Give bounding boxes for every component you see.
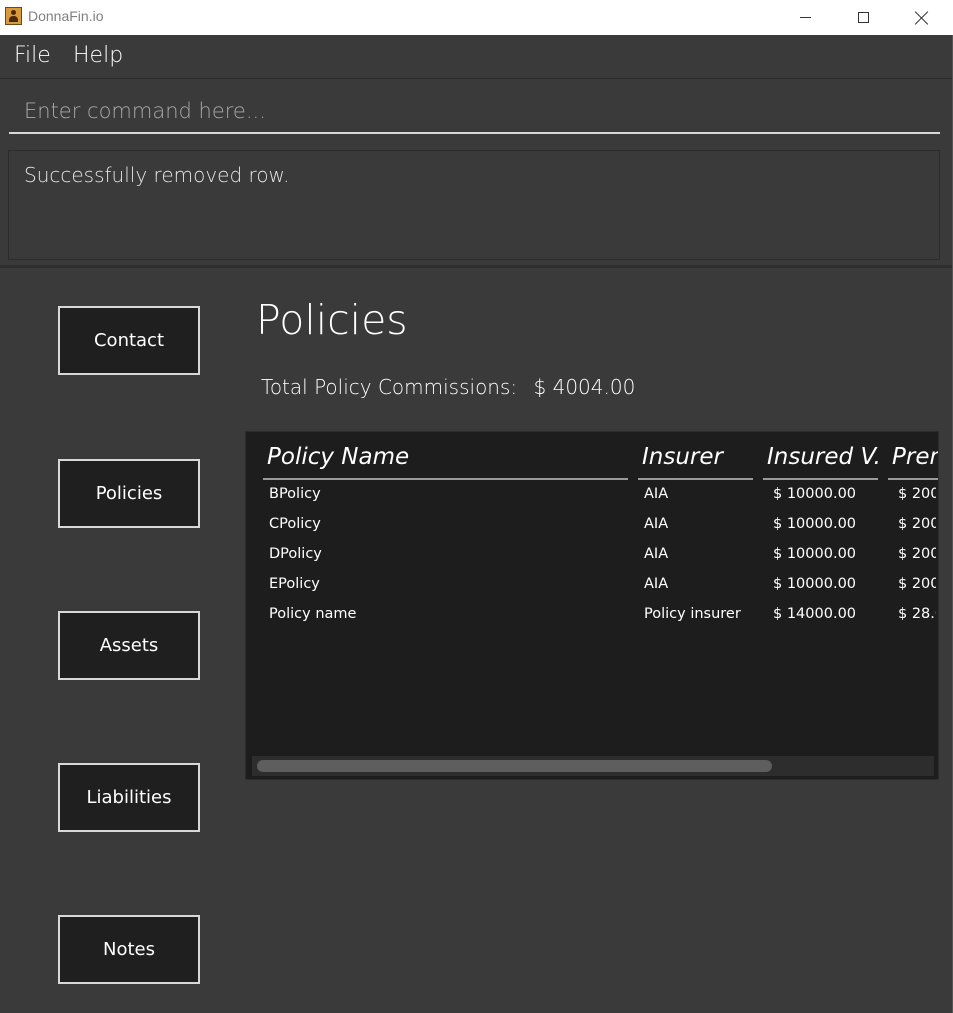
window-title: DonnaFin.io — [28, 8, 104, 24]
page-title: Policies — [256, 296, 408, 344]
policies-button[interactable]: Policies — [58, 459, 200, 528]
column-header-policy-name[interactable]: Policy Name — [263, 444, 628, 480]
assets-button[interactable]: Assets — [58, 611, 200, 680]
command-area — [0, 80, 952, 142]
table-row[interactable]: CPolicy AIA $ 10000.00 $ 200 — [246, 510, 938, 540]
maximize-icon — [857, 12, 869, 23]
table-row[interactable]: DPolicy AIA $ 10000.00 $ 200 — [246, 540, 938, 570]
cell-insurer: AIA — [644, 516, 669, 532]
contact-button[interactable]: Contact — [58, 306, 200, 375]
minimize-icon — [799, 17, 811, 18]
result-display: Successfully removed row. — [8, 150, 940, 260]
table-row[interactable]: EPolicy AIA $ 10000.00 $ 200 — [246, 570, 938, 600]
commission-summary: Total Policy Commissions: $ 4004.00 — [261, 375, 635, 399]
cell-insurer: AIA — [644, 546, 669, 562]
scrollbar-thumb[interactable] — [257, 760, 772, 772]
cell-insured-value: $ 10000.00 — [773, 516, 857, 532]
menu-file[interactable]: File — [14, 43, 51, 68]
result-message: Successfully removed row. — [24, 163, 290, 187]
table-row[interactable]: Policy name Policy insurer $ 14000.00 $ … — [246, 600, 938, 630]
app-window: DonnaFin.io File Help Successfully remov… — [0, 0, 953, 1013]
cell-insured-value: $ 14000.00 — [773, 606, 857, 622]
cell-policy-name: DPolicy — [269, 546, 322, 562]
commission-label: Total Policy Commissions: — [261, 375, 518, 399]
cell-policy-name: BPolicy — [269, 486, 321, 502]
horizontal-scrollbar[interactable] — [252, 756, 934, 776]
cell-premium: $ 200 — [898, 516, 936, 532]
app-icon — [5, 7, 22, 25]
cell-policy-name: Policy name — [269, 606, 357, 622]
liabilities-button[interactable]: Liabilities — [58, 763, 200, 832]
cell-insurer: AIA — [644, 486, 669, 502]
cell-premium: $ 200 — [898, 486, 936, 502]
cell-insurer: AIA — [644, 576, 669, 592]
divider — [0, 265, 952, 268]
column-header-insured-value[interactable]: Insured V... — [763, 444, 878, 480]
maximize-button[interactable] — [834, 0, 892, 35]
cell-policy-name: EPolicy — [269, 576, 320, 592]
table-row[interactable]: BPolicy AIA $ 10000.00 $ 200 — [246, 480, 938, 510]
column-header-insurer[interactable]: Insurer — [638, 444, 753, 480]
close-icon — [915, 11, 929, 25]
notes-button[interactable]: Notes — [58, 915, 200, 984]
close-button[interactable] — [893, 0, 951, 35]
menu-bar: File Help — [0, 35, 952, 79]
cell-premium: $ 200 — [898, 576, 936, 592]
minimize-button[interactable] — [776, 0, 834, 35]
policies-table: Policy Name Insurer Insured V... Prem BP… — [245, 431, 939, 780]
cell-insured-value: $ 10000.00 — [773, 486, 857, 502]
cell-premium: $ 28.0 — [898, 606, 936, 622]
cell-insured-value: $ 10000.00 — [773, 576, 857, 592]
commission-value: $ 4004.00 — [533, 375, 636, 399]
table-body: BPolicy AIA $ 10000.00 $ 200 CPolicy AIA… — [246, 480, 938, 630]
command-input[interactable] — [9, 90, 940, 134]
cell-insurer: Policy insurer — [644, 606, 741, 622]
cell-insured-value: $ 10000.00 — [773, 546, 857, 562]
cell-premium: $ 200 — [898, 546, 936, 562]
title-bar: DonnaFin.io — [0, 0, 953, 35]
column-header-premium[interactable]: Prem — [888, 444, 938, 480]
cell-policy-name: CPolicy — [269, 516, 321, 532]
menu-help[interactable]: Help — [73, 43, 123, 68]
